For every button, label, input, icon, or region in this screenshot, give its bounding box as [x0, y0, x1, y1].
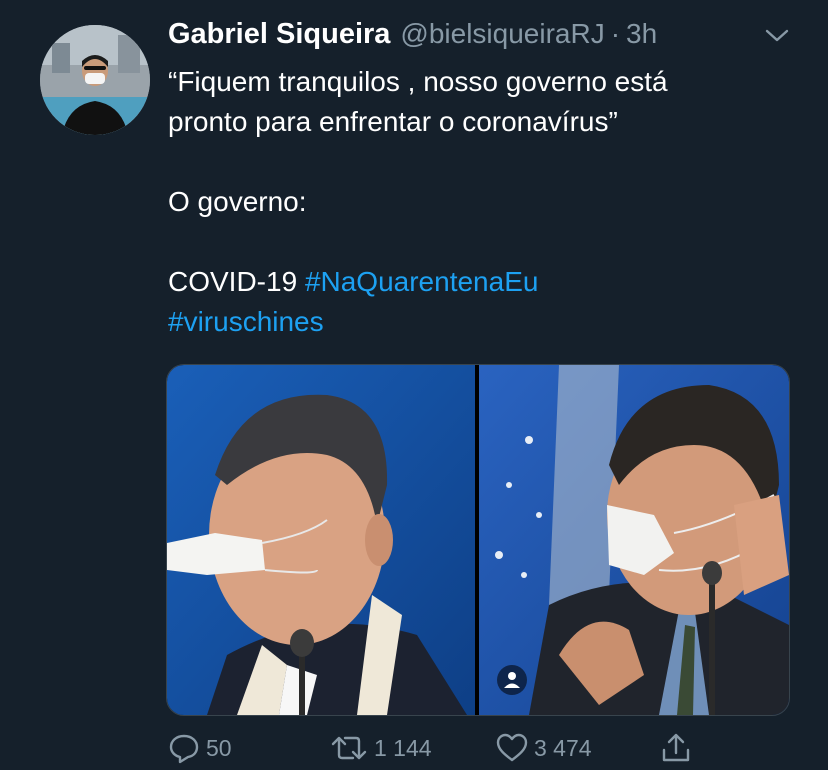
like-count: 3 474 [534, 734, 592, 761]
tweet-time[interactable]: 3h [626, 18, 657, 50]
reply-icon[interactable] [166, 730, 202, 766]
retweet-button[interactable]: 1 144 [328, 728, 432, 768]
share-icon[interactable] [658, 730, 694, 766]
person-icon[interactable] [497, 665, 527, 695]
tweet-text: “Fiquem tranquilos , nosso governo está … [168, 62, 788, 342]
tweet-header: Gabriel Siqueira @bielsiqueiraRJ · 3h [168, 18, 657, 58]
tweet-media[interactable] [166, 364, 790, 716]
media-photo-right[interactable] [479, 365, 789, 715]
tweet-text-line: O governo: [168, 186, 307, 217]
tweet-text-line: COVID-19 #NaQuarentenaEu [168, 262, 788, 302]
tweet-actions: 50 1 144 3 474 [166, 728, 696, 768]
reply-button[interactable]: 50 [166, 728, 232, 768]
like-button[interactable]: 3 474 [494, 728, 592, 768]
retweet-icon[interactable] [328, 730, 370, 766]
tweet[interactable]: Gabriel Siqueira @bielsiqueiraRJ · 3h “F… [0, 0, 828, 770]
share-button[interactable] [658, 728, 694, 768]
separator-dot: · [610, 18, 621, 49]
tweet-text-line: #viruschines [168, 302, 788, 342]
covid-text: COVID-19 [168, 266, 298, 297]
tweet-text-line: “Fiquem tranquilos , nosso governo está [168, 66, 668, 97]
author-handle[interactable]: @bielsiqueiraRJ [400, 18, 604, 50]
reply-count: 50 [206, 734, 232, 761]
heart-icon[interactable] [494, 730, 530, 766]
retweet-count: 1 144 [374, 734, 432, 761]
hashtag-link[interactable]: #viruschines [168, 306, 324, 337]
chevron-down-icon[interactable] [762, 26, 792, 46]
media-photo-left[interactable] [167, 365, 475, 715]
author-name[interactable]: Gabriel Siqueira [168, 18, 390, 51]
avatar[interactable] [40, 25, 150, 135]
hashtag-link[interactable]: #NaQuarentenaEu [305, 266, 539, 297]
tweet-text-line: pronto para enfrentar o coronavírus” [168, 106, 618, 137]
